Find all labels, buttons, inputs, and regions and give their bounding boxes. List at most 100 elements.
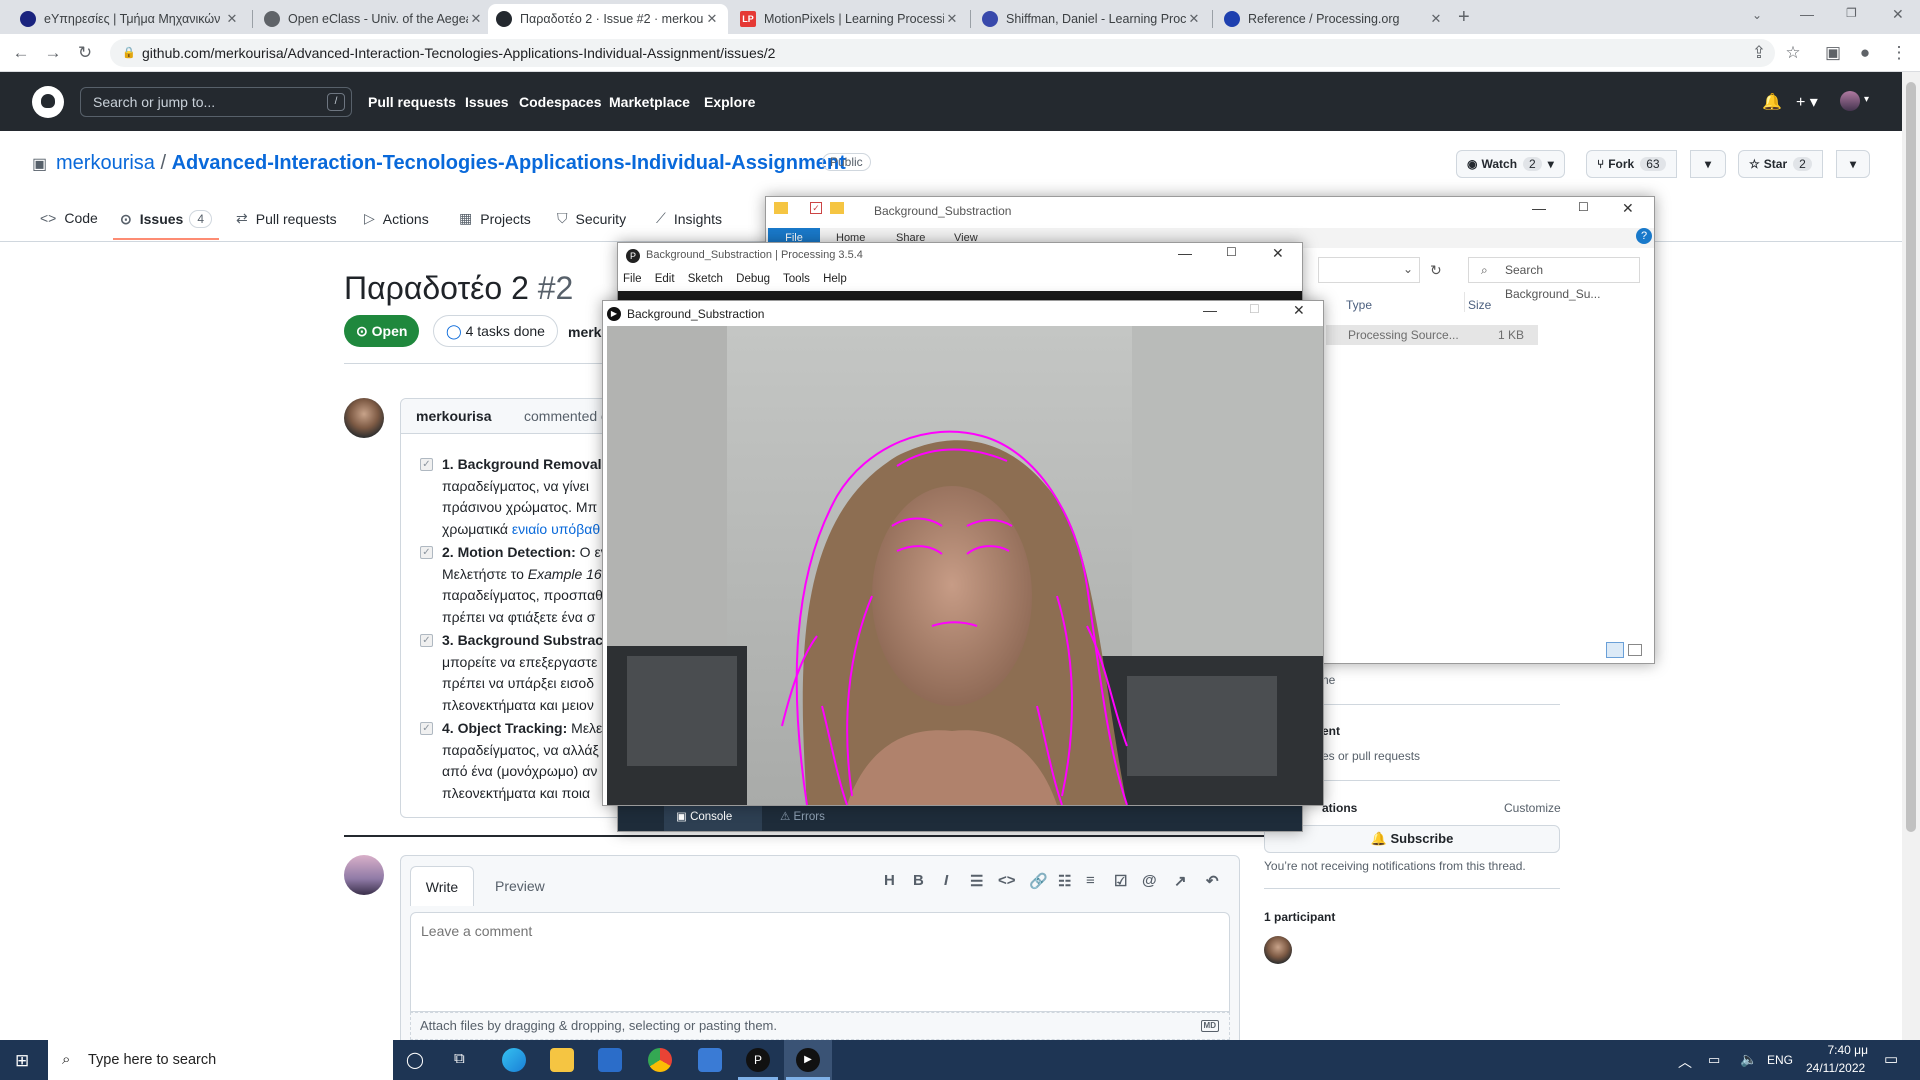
repo-name-link[interactable]: Advanced-Interaction-Tecnologies-Applica… — [172, 152, 846, 174]
chrome-menu-icon[interactable]: ⋮ — [1888, 42, 1910, 64]
heading-icon[interactable]: H — [884, 872, 895, 889]
mention-icon[interactable]: @ — [1142, 872, 1157, 889]
attach-files-bar[interactable]: Attach files by dragging & dropping, sel… — [410, 1012, 1230, 1040]
browser-tab-active[interactable]: Παραδοτέο 2 · Issue #2 · merkourisa ✕ — [488, 4, 728, 34]
explorer-search-input[interactable]: ⌕ Search Background_Su... — [1468, 257, 1640, 301]
user-avatar[interactable] — [1840, 91, 1860, 111]
nav-marketplace[interactable]: Marketplace — [609, 94, 690, 110]
chevron-down-icon[interactable]: ⌄ — [1403, 262, 1413, 276]
close-tab-icon[interactable]: ✕ — [224, 11, 240, 27]
tab-issues[interactable]: ⊙ Issues 4 — [120, 210, 213, 228]
processing-icon[interactable]: P — [746, 1048, 770, 1072]
share-icon[interactable]: ⇪ — [1748, 42, 1770, 64]
maximize-icon[interactable]: ☐ — [1226, 245, 1237, 259]
windows-start-icon[interactable]: ⊞ — [15, 1051, 29, 1071]
menu-tools[interactable]: Tools — [783, 273, 810, 285]
close-tab-icon[interactable]: ✕ — [704, 11, 720, 27]
taskbar-search-input[interactable]: ⌕ Type here to search — [48, 1040, 393, 1080]
preview-tab[interactable]: Preview — [495, 866, 545, 906]
maximize-icon[interactable]: ☐ — [1578, 200, 1589, 214]
issue-author[interactable]: merk — [568, 324, 601, 340]
comment-author-avatar[interactable] — [344, 398, 384, 438]
clock-time[interactable]: 7:40 μμ — [1818, 1043, 1868, 1057]
restore-window-icon[interactable]: ❐ — [1846, 6, 1857, 20]
address-bar[interactable]: 🔒 github.com/merkourisa/Advanced-Interac… — [110, 39, 1775, 67]
large-icons-view-icon[interactable] — [1628, 644, 1642, 656]
new-folder-icon[interactable] — [830, 202, 844, 214]
file-row[interactable]: Processing Source... 1 KB — [1326, 325, 1538, 345]
close-icon[interactable]: ✕ — [1272, 245, 1284, 262]
browser-tab[interactable]: Open eClass - Univ. of the Aegean ✕ — [256, 4, 492, 34]
webcam-canvas[interactable] — [607, 326, 1323, 805]
volume-muted-icon[interactable]: 🔈 — [1740, 1051, 1757, 1068]
nav-pull-requests[interactable]: Pull requests — [368, 94, 456, 110]
new-tab-icon[interactable]: + — [1458, 6, 1470, 29]
column-header-type[interactable]: Type — [1346, 298, 1372, 312]
tray-chevron-up-icon[interactable]: ︿ — [1678, 1052, 1692, 1072]
repo-owner-link[interactable]: merkourisa — [56, 152, 155, 174]
close-tab-icon[interactable]: ✕ — [1428, 11, 1444, 27]
menu-sketch[interactable]: Sketch — [688, 273, 723, 285]
properties-icon[interactable]: ✓ — [810, 202, 822, 214]
menu-edit[interactable]: Edit — [655, 273, 675, 285]
address-box[interactable]: ⌄ — [1318, 257, 1420, 283]
browser-tab[interactable]: eΥπηρεσίες | Τμήμα Μηχανικών ✕ — [12, 4, 248, 34]
language-indicator[interactable]: ENG — [1767, 1053, 1793, 1067]
tab-projects[interactable]: ▦ Projects — [459, 210, 531, 227]
browser-tab[interactable]: Shiffman, Daniel - Learning Processing ✕ — [974, 4, 1210, 34]
tab-actions[interactable]: ▷ Actions — [364, 210, 429, 227]
undo-icon[interactable]: ↶ — [1206, 872, 1219, 890]
bookmark-star-icon[interactable]: ☆ — [1782, 42, 1804, 64]
minimize-icon[interactable]: — — [1532, 200, 1546, 216]
tab-pull-requests[interactable]: ⇄ Pull requests — [236, 210, 337, 227]
quote-icon[interactable]: ☰ — [970, 872, 983, 890]
store-icon[interactable] — [598, 1048, 622, 1072]
notification-center-icon[interactable]: ▭ — [1884, 1050, 1898, 1068]
nav-issues[interactable]: Issues — [465, 94, 509, 110]
minimize-window-icon[interactable]: — — [1800, 6, 1814, 22]
fork-button[interactable]: ⑂ Fork 63 — [1586, 150, 1677, 178]
current-user-avatar[interactable] — [344, 855, 384, 895]
menu-debug[interactable]: Debug — [736, 273, 770, 285]
customize-link[interactable]: Customize — [1504, 801, 1561, 815]
profile-icon[interactable]: ● — [1854, 42, 1876, 64]
fork-dropdown-icon[interactable]: ▾ — [1690, 150, 1726, 178]
close-tab-icon[interactable]: ✕ — [944, 11, 960, 27]
menu-file[interactable]: File — [623, 273, 642, 285]
column-header-size[interactable]: Size — [1468, 298, 1491, 312]
browser-tab[interactable]: Reference / Processing.org ✕ — [1216, 4, 1452, 34]
side-panel-icon[interactable]: ▣ — [1822, 42, 1844, 64]
write-tab[interactable]: Write — [410, 866, 474, 906]
task-view-icon[interactable]: ⧉ — [454, 1050, 465, 1067]
forward-arrow-icon[interactable]: → — [42, 42, 64, 64]
notifications-bell-icon[interactable]: 🔔 — [1762, 92, 1782, 112]
participant-avatar[interactable] — [1264, 936, 1292, 964]
italic-icon[interactable]: I — [944, 872, 948, 889]
refresh-icon[interactable]: ↻ — [1430, 262, 1442, 279]
checkbox-checked[interactable]: ✓ — [420, 722, 433, 735]
bold-icon[interactable]: B — [913, 872, 924, 889]
checkbox-checked[interactable]: ✓ — [420, 546, 433, 559]
console-tab[interactable]: ▣ Console — [664, 803, 762, 831]
nav-explore[interactable]: Explore — [704, 94, 755, 110]
file-explorer-icon[interactable] — [550, 1048, 574, 1072]
errors-tab[interactable]: ⚠ Errors — [780, 803, 825, 831]
minimize-icon[interactable]: — — [1203, 302, 1217, 318]
checkbox-checked[interactable]: ✓ — [420, 634, 433, 647]
comment-author-link[interactable]: merkourisa — [416, 408, 491, 424]
close-tab-icon[interactable]: ✕ — [468, 11, 484, 27]
help-icon[interactable]: ? — [1636, 228, 1652, 244]
watch-button[interactable]: ◉ Watch 2 ▾ — [1456, 150, 1565, 178]
subscribe-button[interactable]: 🔔 Subscribe — [1264, 825, 1560, 853]
tab-code[interactable]: <> Code — [40, 210, 98, 226]
minimize-icon[interactable]: — — [1178, 245, 1192, 261]
reference-icon[interactable]: ↗ — [1174, 872, 1187, 890]
numbered-list-icon[interactable]: ≡ — [1086, 872, 1095, 889]
browser-tab[interactable]: LP MotionPixels | Learning Processing ✕ — [732, 4, 968, 34]
back-arrow-icon[interactable]: ← — [10, 42, 32, 64]
close-window-icon[interactable]: ✕ — [1892, 6, 1904, 23]
task-list-icon[interactable]: ☑ — [1114, 872, 1127, 890]
star-button[interactable]: ☆ Star 2 — [1738, 150, 1823, 178]
edge-icon[interactable] — [502, 1048, 526, 1072]
chrome-icon[interactable] — [648, 1048, 672, 1072]
